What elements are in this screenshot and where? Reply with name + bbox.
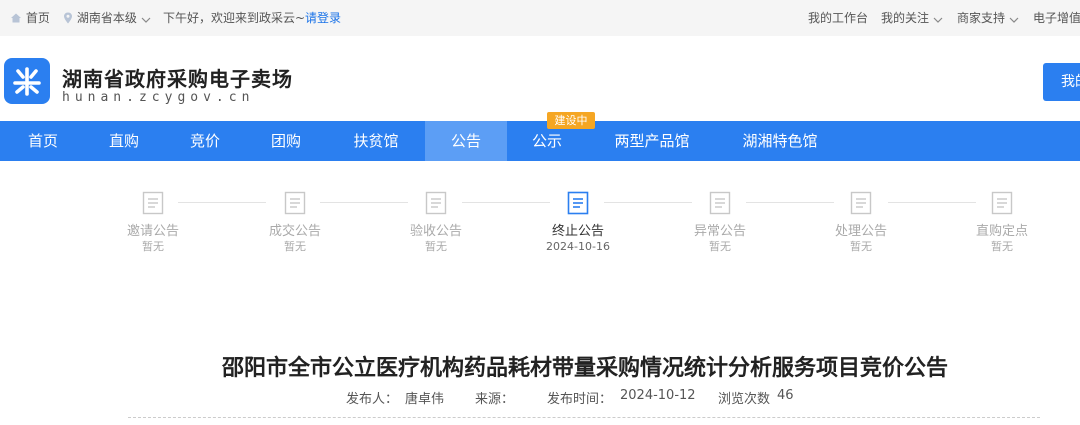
source-label: 来源： [475,392,515,407]
region-label: 湖南省本级 [76,11,137,25]
step-acceptance[interactable]: 验收公告 暂无 [376,191,496,254]
merchant-support-menu[interactable]: 商家支持 [957,11,1019,25]
home-link-label: 首页 [25,11,50,25]
chevron-down-icon [141,17,151,23]
login-link[interactable]: 请登录 [305,11,341,25]
site-header: 湖南省政府采购电子卖场 hunan.zcygov.cn 我的 [0,36,1080,121]
e-invoice-link[interactable]: 电子增值 [1033,11,1080,25]
step-termination[interactable]: 终止公告 2024-10-16 [518,191,638,254]
announcement-steps: 邀请公告 暂无 成交公告 暂无 验收公告 暂无 终止公告 2024-10-16 … [0,161,1080,321]
document-icon [991,191,1013,215]
publisher-name: 唐卓伟 [405,392,445,407]
nav-item-two-type-products[interactable]: 两型产品馆 [600,121,704,161]
site-title: 湖南省政府采购电子卖场 [62,67,293,91]
home-icon [11,13,21,23]
step-status: 暂无 [142,240,164,253]
step-direct-purchase-point[interactable]: 直购定点 暂无 [942,191,1062,254]
logo-mark-icon [13,67,41,96]
site-domain: hunan.zcygov.cn [62,90,255,105]
my-follow-label: 我的关注 [881,11,930,25]
publish-time-label: 发布时间： [547,392,613,407]
step-transaction[interactable]: 成交公告 暂无 [235,191,355,254]
step-label: 邀请公告 [126,224,179,239]
nav-item-huxiang-specialty[interactable]: 湖湘特色馆 [728,121,832,161]
step-status: 暂无 [284,240,306,253]
greeting-text: 下午好，欢迎来到政采云~ [163,11,306,25]
location-pin-icon [64,12,72,24]
step-status: 暂无 [709,240,731,253]
top-bar: 首页 湖南省本级 下午好，欢迎来到政采云~ 请登录 我的工作台 我的关注 商家支… [0,0,1080,36]
workbench-link[interactable]: 我的工作台 [808,11,868,25]
document-icon [709,191,731,215]
region-selector[interactable]: 湖南省本级 [63,11,151,25]
my-account-button[interactable]: 我的 [1043,63,1080,101]
step-status: 暂无 [991,240,1013,253]
merchant-support-label: 商家支持 [957,11,1006,25]
site-logo[interactable] [4,58,50,104]
publisher-label: 发布人： [346,392,399,407]
publish-time: 2024-10-12 [620,388,696,403]
views-label: 浏览次数 [718,392,771,407]
views-count: 46 [777,388,794,403]
step-status: 暂无 [425,240,447,253]
nav-item-group-buy[interactable]: 团购 [251,121,321,161]
document-icon [142,191,164,215]
chevron-down-icon [1009,17,1019,23]
nav-item-poverty-relief[interactable]: 扶贫馆 [333,121,419,161]
document-icon [850,191,872,215]
nav-item-direct-purchase[interactable]: 直购 [89,121,159,161]
main-nav: 首页 直购 竞价 团购 扶贫馆 公告 公示 两型产品馆 湖湘特色馆 [0,121,1080,161]
nav-item-bidding[interactable]: 竞价 [170,121,240,161]
nav-item-home[interactable]: 首页 [8,121,78,161]
step-label: 验收公告 [409,224,462,239]
step-date: 2024-10-16 [546,240,610,253]
article-title: 邵阳市全市公立医疗机构药品耗材带量采购情况统计分析服务项目竞价公告 [221,356,948,381]
step-abnormal[interactable]: 异常公告 暂无 [660,191,780,254]
my-follow-menu[interactable]: 我的关注 [881,11,943,25]
document-icon [567,191,589,215]
step-label: 直购定点 [975,224,1028,239]
step-handling[interactable]: 处理公告 暂无 [801,191,921,254]
document-icon [284,191,306,215]
step-label: 处理公告 [834,224,887,239]
home-link[interactable]: 首页 [10,11,50,25]
step-label: 成交公告 [268,224,321,239]
step-label: 终止公告 [551,224,604,239]
step-label: 异常公告 [693,224,746,239]
under-construction-badge: 建设中 [547,112,595,129]
step-status: 暂无 [850,240,872,253]
content-divider [128,417,1040,418]
chevron-down-icon [933,17,943,23]
document-icon [425,191,447,215]
step-invitation[interactable]: 邀请公告 暂无 [93,191,213,254]
nav-item-announcements[interactable]: 公告 [425,121,507,161]
